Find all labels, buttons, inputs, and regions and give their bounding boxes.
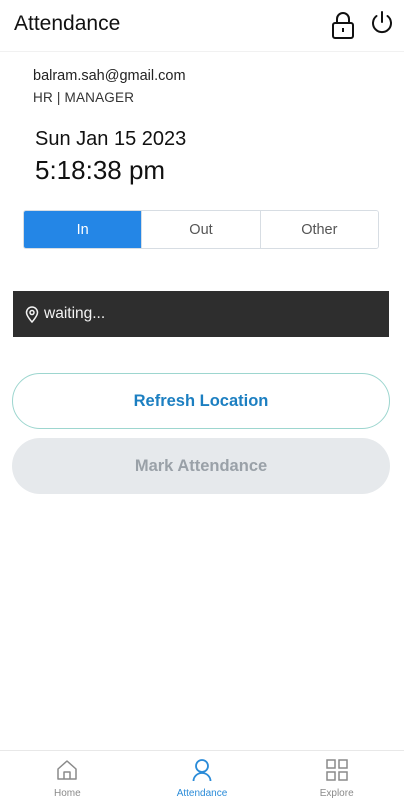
page-title: Attendance [14, 12, 121, 35]
grid-icon [325, 758, 349, 782]
location-status-text: waiting... [44, 305, 106, 322]
mark-attendance-button[interactable]: Mark Attendance [12, 438, 390, 494]
current-date: Sun Jan 15 2023 [35, 128, 187, 150]
tab-attendance[interactable]: Attendance [135, 751, 270, 800]
tab-explore-label: Explore [319, 788, 354, 799]
segment-out[interactable]: Out [142, 211, 261, 248]
bottom-tab-bar: Home Attendance Explore [0, 750, 404, 800]
location-status-bar: waiting... [13, 291, 389, 337]
home-icon [55, 758, 79, 782]
segment-in[interactable]: In [24, 211, 143, 248]
app-header: Attendance [0, 0, 404, 52]
attendance-type-selector: In Out Other [23, 210, 379, 249]
user-email: balram.sah@gmail.com [33, 68, 186, 84]
tab-explore[interactable]: Explore [269, 751, 404, 800]
tab-home[interactable]: Home [0, 751, 135, 800]
lock-icon[interactable] [330, 10, 356, 40]
refresh-location-button[interactable]: Refresh Location [12, 373, 390, 429]
tab-attendance-label: Attendance [176, 788, 228, 799]
user-role: HR | MANAGER [33, 90, 135, 105]
power-icon[interactable] [369, 8, 395, 38]
segment-other[interactable]: Other [260, 211, 378, 248]
current-time: 5:18:38 pm [35, 155, 166, 185]
location-pin-icon [25, 305, 41, 323]
person-icon [190, 758, 214, 782]
tab-home-label: Home [53, 788, 81, 799]
